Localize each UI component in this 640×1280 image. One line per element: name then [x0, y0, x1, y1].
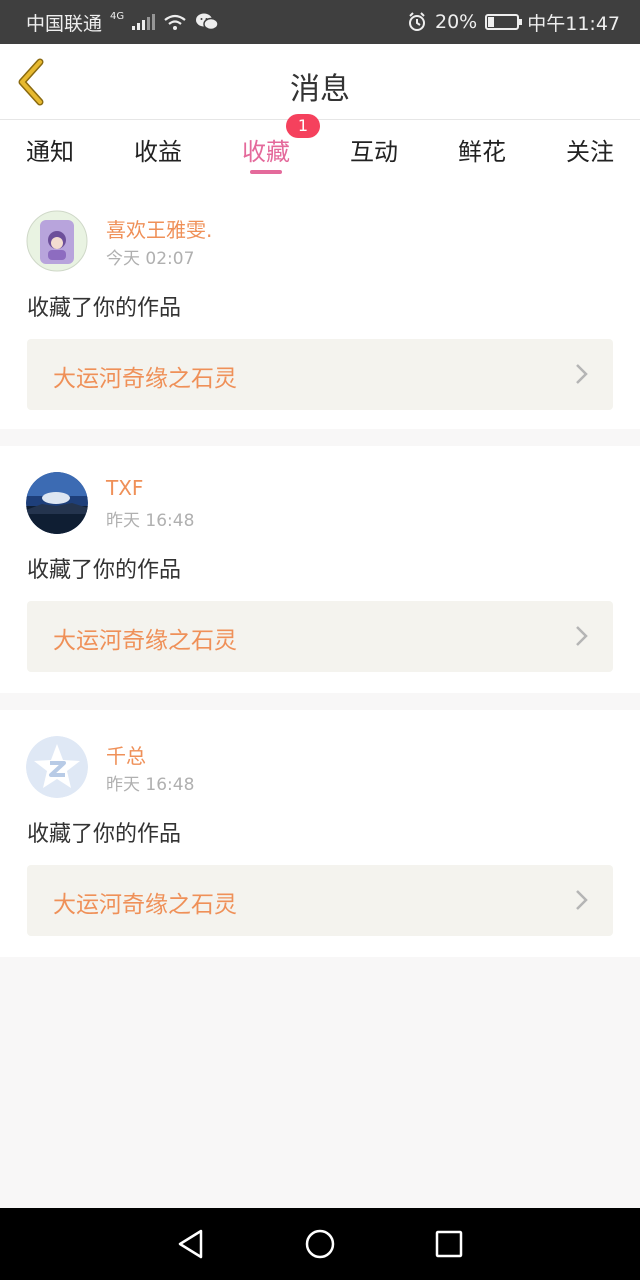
message-list: 喜欢王雅雯. 今天 02:07 收藏了你的作品 大运河奇缘之石灵 TXF 昨天 …: [0, 184, 640, 974]
timestamp: 昨天 16:48: [106, 775, 195, 795]
tab-follows[interactable]: 关注: [566, 120, 614, 184]
alarm-icon: [409, 12, 425, 31]
work-link[interactable]: 大运河奇缘之石灵: [27, 339, 613, 410]
avatar[interactable]: [26, 472, 88, 534]
chevron-right-icon: [576, 890, 588, 910]
message-card: 喜欢王雅雯. 今天 02:07 收藏了你的作品 大运河奇缘之石灵: [0, 184, 640, 429]
tab-label: 鲜花: [458, 138, 506, 166]
chevron-right-icon: [576, 626, 588, 646]
tab-label: 收益: [134, 138, 182, 166]
tab-label: 通知: [26, 138, 74, 166]
work-link[interactable]: 大运河奇缘之石灵: [27, 865, 613, 936]
unread-badge: 1: [286, 114, 320, 138]
nav-recents-icon[interactable]: [434, 1229, 464, 1259]
chevron-right-icon: [576, 364, 588, 384]
carrier-name: 中国联通: [26, 12, 103, 35]
tab-flowers[interactable]: 鲜花: [458, 120, 506, 184]
action-text: 收藏了你的作品: [27, 296, 182, 321]
username[interactable]: 喜欢王雅雯.: [106, 214, 212, 243]
tab-interactions[interactable]: 互动: [350, 120, 398, 184]
wechat-icon: [196, 13, 219, 31]
tab-notifications[interactable]: 通知: [26, 120, 74, 184]
tab-favorites[interactable]: 收藏 1: [242, 114, 320, 184]
tab-label: 收藏: [242, 138, 290, 166]
app-header: 消息: [0, 44, 640, 120]
username[interactable]: TXF: [106, 476, 143, 500]
tab-earnings[interactable]: 收益: [134, 120, 182, 184]
avatar[interactable]: [26, 210, 88, 272]
message-card: TXF 昨天 16:48 收藏了你的作品 大运河奇缘之石灵: [0, 446, 640, 693]
work-link[interactable]: 大运河奇缘之石灵: [27, 601, 613, 672]
nav-home-icon[interactable]: [304, 1228, 336, 1260]
tab-label: 关注: [566, 138, 614, 166]
work-title: 大运河奇缘之石灵: [53, 366, 237, 392]
signal-icon: [132, 14, 156, 30]
action-text: 收藏了你的作品: [27, 822, 182, 847]
clock: 中午11:47: [527, 12, 620, 35]
message-card: 千总 昨天 16:48 收藏了你的作品 大运河奇缘之石灵: [0, 710, 640, 957]
avatar[interactable]: [26, 736, 88, 798]
page-title: 消息: [290, 72, 350, 107]
network-type: 4G: [110, 10, 125, 22]
battery-icon: [485, 14, 523, 30]
work-title: 大运河奇缘之石灵: [53, 892, 237, 918]
timestamp: 昨天 16:48: [106, 511, 195, 531]
work-title: 大运河奇缘之石灵: [53, 628, 237, 654]
tab-label: 互动: [350, 138, 398, 166]
username[interactable]: 千总: [106, 740, 146, 769]
battery-percent: 20%: [435, 11, 478, 33]
status-bar: 中国联通 4G 20% 中午11:47: [0, 0, 640, 44]
timestamp: 今天 02:07: [106, 249, 195, 269]
nav-back-icon[interactable]: [176, 1228, 206, 1260]
wifi-icon: [164, 14, 186, 30]
action-text: 收藏了你的作品: [27, 558, 182, 583]
system-nav-bar: [0, 1208, 640, 1280]
tab-bar: 通知 收益 收藏 1 互动 鲜花 关注: [0, 114, 640, 184]
